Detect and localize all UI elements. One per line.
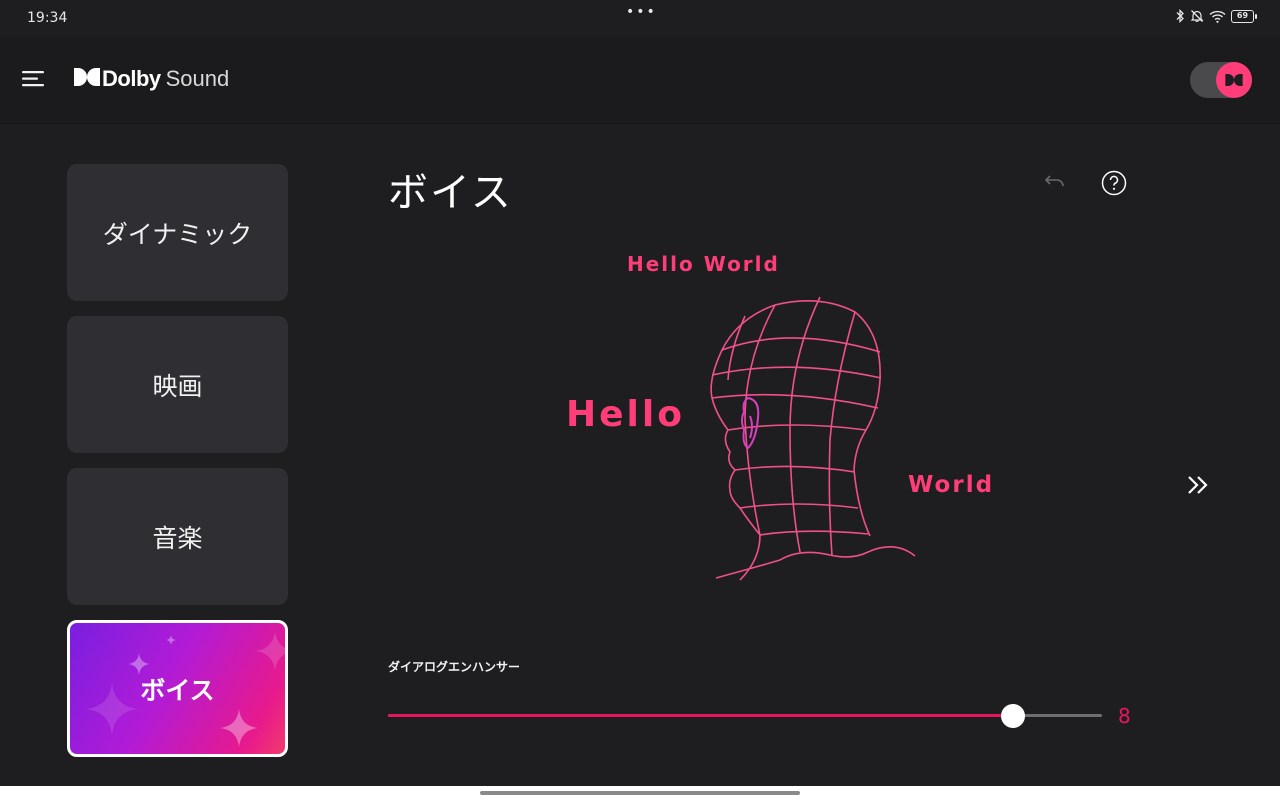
slider-value: 8: [1118, 704, 1131, 728]
dolby-mark-icon: [1225, 71, 1243, 90]
mode-label: 音楽: [152, 523, 203, 553]
dialogue-enhancer-label: ダイアログエンハンサー: [388, 660, 521, 674]
app-bar: Dolby Sound: [0, 36, 1280, 124]
mode-label: 映画: [152, 371, 203, 401]
toggle-knob: [1216, 62, 1252, 98]
hello-world-top-text: Hello World: [627, 252, 780, 276]
mode-list: ダイナミック 映画 音楽 ボイス: [67, 164, 288, 772]
battery-icon: 69: [1231, 9, 1257, 23]
dolby-logo: Dolby Sound: [74, 66, 229, 92]
dolby-toggle[interactable]: [1190, 62, 1252, 98]
mode-card-movie[interactable]: 映画: [67, 316, 288, 453]
home-indicator[interactable]: [480, 791, 800, 795]
page-title: ボイス: [388, 170, 513, 216]
status-dots: •••: [626, 4, 657, 20]
mode-card-dynamic[interactable]: ダイナミック: [67, 164, 288, 301]
mode-card-music[interactable]: 音楽: [67, 468, 288, 605]
hello-left-text: Hello: [566, 394, 685, 435]
help-icon[interactable]: [1101, 170, 1127, 200]
sparkle-icon: [86, 683, 138, 735]
logo-text-light: Sound: [165, 66, 230, 91]
mode-card-voice[interactable]: ボイス: [67, 620, 288, 757]
chevron-double-right-icon[interactable]: [1186, 474, 1210, 500]
logo-text-bold: Dolby: [102, 66, 161, 91]
status-icons: 69: [1175, 9, 1257, 23]
wifi-icon: [1209, 10, 1226, 23]
slider-thumb[interactable]: [1001, 704, 1025, 728]
mode-label: ボイス: [140, 675, 215, 705]
sparkle-icon: [166, 635, 176, 645]
world-right-text: World: [908, 472, 995, 498]
dolby-mark-icon: [74, 68, 102, 90]
menu-icon[interactable]: [22, 70, 44, 92]
slider-fill: [388, 714, 1013, 717]
bell-off-icon: [1190, 9, 1204, 23]
sparkle-icon: [220, 709, 258, 747]
status-time: 19:34: [27, 10, 68, 26]
sparkle-icon: [255, 631, 285, 671]
status-bar: 19:34 ••• 69: [0, 0, 1280, 36]
mode-label: ダイナミック: [102, 219, 253, 249]
dialogue-enhancer-slider[interactable]: [388, 704, 1102, 728]
undo-icon[interactable]: [1041, 172, 1067, 196]
bluetooth-icon: [1175, 9, 1185, 23]
